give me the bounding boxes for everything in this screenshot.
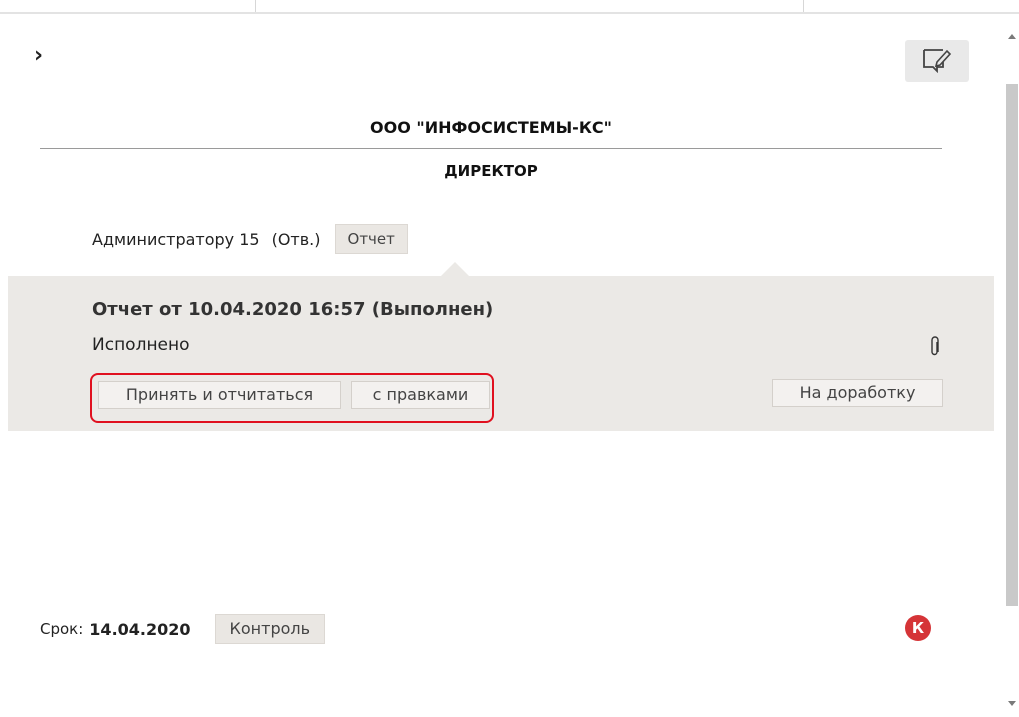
scrollbar-thumb[interactable]	[1006, 84, 1018, 606]
scroll-down-arrow-icon[interactable]	[1008, 701, 1016, 706]
control-badge[interactable]: К	[905, 615, 931, 641]
deadline-label: Срок:	[40, 620, 84, 638]
header-divider	[40, 148, 942, 149]
highlight-annotation	[90, 373, 494, 423]
report-tag[interactable]: Отчет	[334, 224, 408, 254]
top-strip	[0, 0, 1019, 26]
assignee-row: Администратору 15 (Отв.) Отчет	[92, 224, 408, 254]
edit-note-icon	[923, 49, 952, 73]
deadline-row: Срок: 14.04.2020 Контроль	[40, 612, 326, 646]
report-status-text: Исполнено	[92, 335, 190, 355]
report-header: Отчет от 10.04.2020 16:57 (Выполнен)	[92, 299, 494, 320]
organization-title: ООО "ИНФОСИСТЕМЫ-КС"	[370, 118, 612, 137]
tab-separator	[255, 0, 256, 12]
top-tabs-bar	[0, 0, 1019, 14]
assignee-name[interactable]: Администратору 15	[92, 230, 260, 249]
edit-button[interactable]	[905, 40, 969, 82]
control-button[interactable]: Контроль	[214, 614, 326, 644]
chevron-right-icon[interactable]: ›	[34, 45, 48, 67]
scroll-up-arrow-icon[interactable]	[1008, 34, 1016, 39]
deadline-date: 14.04.2020	[89, 619, 191, 639]
paperclip-icon[interactable]	[929, 336, 941, 358]
report-panel-notch	[441, 262, 469, 276]
send-for-rework-button[interactable]: На доработку	[772, 379, 943, 407]
assignee-role: (Отв.)	[271, 229, 321, 249]
position-title: ДИРЕКТОР	[444, 162, 538, 180]
tab-separator	[803, 0, 804, 12]
